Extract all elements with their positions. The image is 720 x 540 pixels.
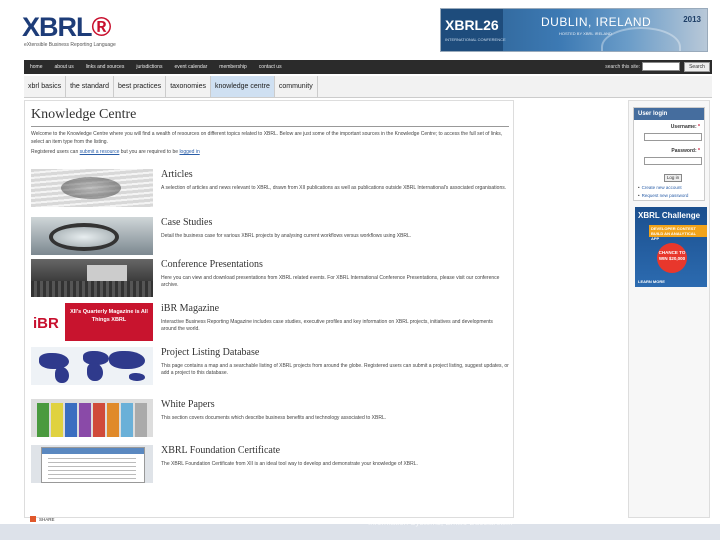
topnav-event-calendar[interactable]: event calendar xyxy=(168,64,213,70)
project-listing-description: This page contains a map and a searchabl… xyxy=(161,363,509,376)
topnav-links-and-sources[interactable]: links and sources xyxy=(80,64,131,70)
certificate-thumbnail[interactable] xyxy=(31,445,153,483)
login-button[interactable]: Log in xyxy=(664,174,682,182)
top-nav: home about us links and sources jurisdic… xyxy=(24,60,712,74)
search-button[interactable]: Search xyxy=(684,62,710,72)
page-title: Knowledge Centre xyxy=(31,107,137,122)
password-input[interactable] xyxy=(644,157,702,165)
share-button[interactable]: SHARE xyxy=(30,516,55,522)
ibr-logo: iBR xyxy=(33,315,59,332)
entry-white-papers: White Papers This section covers documen… xyxy=(31,399,509,441)
topnav-contact-us[interactable]: contact us xyxy=(253,64,288,70)
xbrl-logo[interactable]: XBRL® eXtensible Business Reporting Lang… xyxy=(22,12,116,52)
conference-thumbnail[interactable] xyxy=(31,259,153,297)
logged-in-link[interactable]: logged in xyxy=(179,149,199,155)
banner-year: 2013 xyxy=(683,15,701,24)
request-password-link[interactable]: • Request new password xyxy=(638,193,688,198)
mainnav-the-standard[interactable]: the standard xyxy=(66,76,114,97)
articles-thumbnail[interactable] xyxy=(31,169,153,207)
challenge-ribbon: DEVELOPER CONTEST BUILD AN ANALYTICAL AP… xyxy=(649,225,707,241)
case-studies-heading[interactable]: Case Studies xyxy=(161,217,212,228)
banner-dates: HOSTED BY XBRL IRELAND xyxy=(559,31,612,36)
right-sidebar: User login Username: * Password: * Log i… xyxy=(628,100,710,518)
watermark-text: Gamma Information Systems, Emilio Buccia… xyxy=(368,508,513,527)
mainnav-knowledge-centre[interactable]: knowledge centre xyxy=(210,76,275,97)
logo-wordmark: XBRL® xyxy=(22,12,111,42)
entry-case-studies: Case Studies Detail the business case fo… xyxy=(31,217,509,259)
conference-description: Here you can view and download presentat… xyxy=(161,275,500,288)
entry-conference-presentations: Conference Presentations Here you can vi… xyxy=(31,259,509,301)
logo-tagline: eXtensible Business Reporting Language xyxy=(24,42,116,48)
user-login-box: User login Username: * Password: * Log i… xyxy=(633,107,705,201)
username-input[interactable] xyxy=(644,133,702,141)
articles-description: A selection of articles and news relevan… xyxy=(161,185,507,191)
banner-venue-graphic xyxy=(601,27,681,51)
ibr-heading[interactable]: iBR Magazine xyxy=(161,303,219,314)
intro-paragraph: Welcome to the Knowledge Centre where yo… xyxy=(31,131,503,145)
challenge-title: XBRL Challenge xyxy=(638,211,701,220)
banner-title: XBRL26 xyxy=(445,17,499,33)
certificate-heading[interactable]: XBRL Foundation Certificate xyxy=(161,445,280,456)
white-papers-heading[interactable]: White Papers xyxy=(161,399,215,410)
entry-ibr-magazine: iBR XII's Quarterly Magazine is All Thin… xyxy=(31,303,509,345)
white-papers-thumbnail[interactable] xyxy=(31,399,153,437)
bullet-icon: • xyxy=(638,193,640,198)
login-title: User login xyxy=(634,108,704,120)
entry-foundation-certificate: XBRL Foundation Certificate The XBRL Fou… xyxy=(31,445,509,487)
mainnav-xbrl-basics[interactable]: xbrl basics xyxy=(24,76,67,97)
xbrl-challenge-ad[interactable]: XBRL Challenge DEVELOPER CONTEST BUILD A… xyxy=(635,207,707,287)
topnav-about-us[interactable]: about us xyxy=(49,64,80,70)
main-content: Knowledge Centre Welcome to the Knowledg… xyxy=(24,100,514,518)
ibr-cover-text: XII's Quarterly Magazine is All Things X… xyxy=(65,303,153,341)
search-label: search this site: xyxy=(605,64,640,70)
certificate-description: The XBRL Foundation Certificate from XII… xyxy=(161,461,418,467)
entry-articles: Articles A selection of articles and new… xyxy=(31,169,509,211)
project-listing-heading[interactable]: Project Listing Database xyxy=(161,347,259,358)
mainnav-best-practices[interactable]: best practices xyxy=(114,76,167,97)
case-studies-thumbnail[interactable] xyxy=(31,217,153,255)
mainnav-community[interactable]: community xyxy=(275,76,318,97)
challenge-prize-badge: CHANCE TO WIN $20,000 xyxy=(657,243,687,273)
title-divider xyxy=(31,126,509,127)
bullet-icon: • xyxy=(638,185,640,190)
ibr-thumbnail[interactable]: iBR XII's Quarterly Magazine is All Thin… xyxy=(31,303,153,341)
main-nav: xbrl basics the standard best practices … xyxy=(24,76,712,98)
topnav-membership[interactable]: membership xyxy=(213,64,253,70)
articles-heading[interactable]: Articles xyxy=(161,169,193,180)
topnav-home[interactable]: home xyxy=(24,64,49,70)
case-studies-description: Detail the business case for various XBR… xyxy=(161,233,412,239)
footer-bar xyxy=(0,524,720,540)
username-label: Username: * xyxy=(670,124,700,130)
topnav-jurisdictions[interactable]: jurisdictions xyxy=(130,64,168,70)
banner-city: DUBLIN, IRELAND xyxy=(541,15,652,29)
intro-register: Registered users can submit a resource b… xyxy=(31,149,200,155)
share-icon xyxy=(30,516,36,522)
project-map-thumbnail[interactable] xyxy=(31,347,153,385)
intro-text: Welcome to the Knowledge Centre where yo… xyxy=(31,130,509,158)
ibr-description: Interactive Business Reporting Magazine … xyxy=(161,319,493,332)
challenge-learn-more[interactable]: LEARN MORE xyxy=(638,279,665,284)
search-input[interactable] xyxy=(642,62,680,71)
mainnav-taxonomies[interactable]: taxonomies xyxy=(166,76,211,97)
white-papers-description: This section covers documents which desc… xyxy=(161,415,387,421)
create-account-link[interactable]: • Create new account xyxy=(638,185,682,190)
password-label: Password: * xyxy=(671,148,700,154)
conference-banner[interactable]: XBRL26 INTERNATIONAL CONFERENCE DUBLIN, … xyxy=(440,8,708,52)
entry-project-listing: Project Listing Database This page conta… xyxy=(31,347,509,389)
banner-tagline: INTERNATIONAL CONFERENCE xyxy=(445,37,506,42)
conference-heading[interactable]: Conference Presentations xyxy=(161,259,263,270)
submit-resource-link[interactable]: submit a resource xyxy=(80,149,120,155)
